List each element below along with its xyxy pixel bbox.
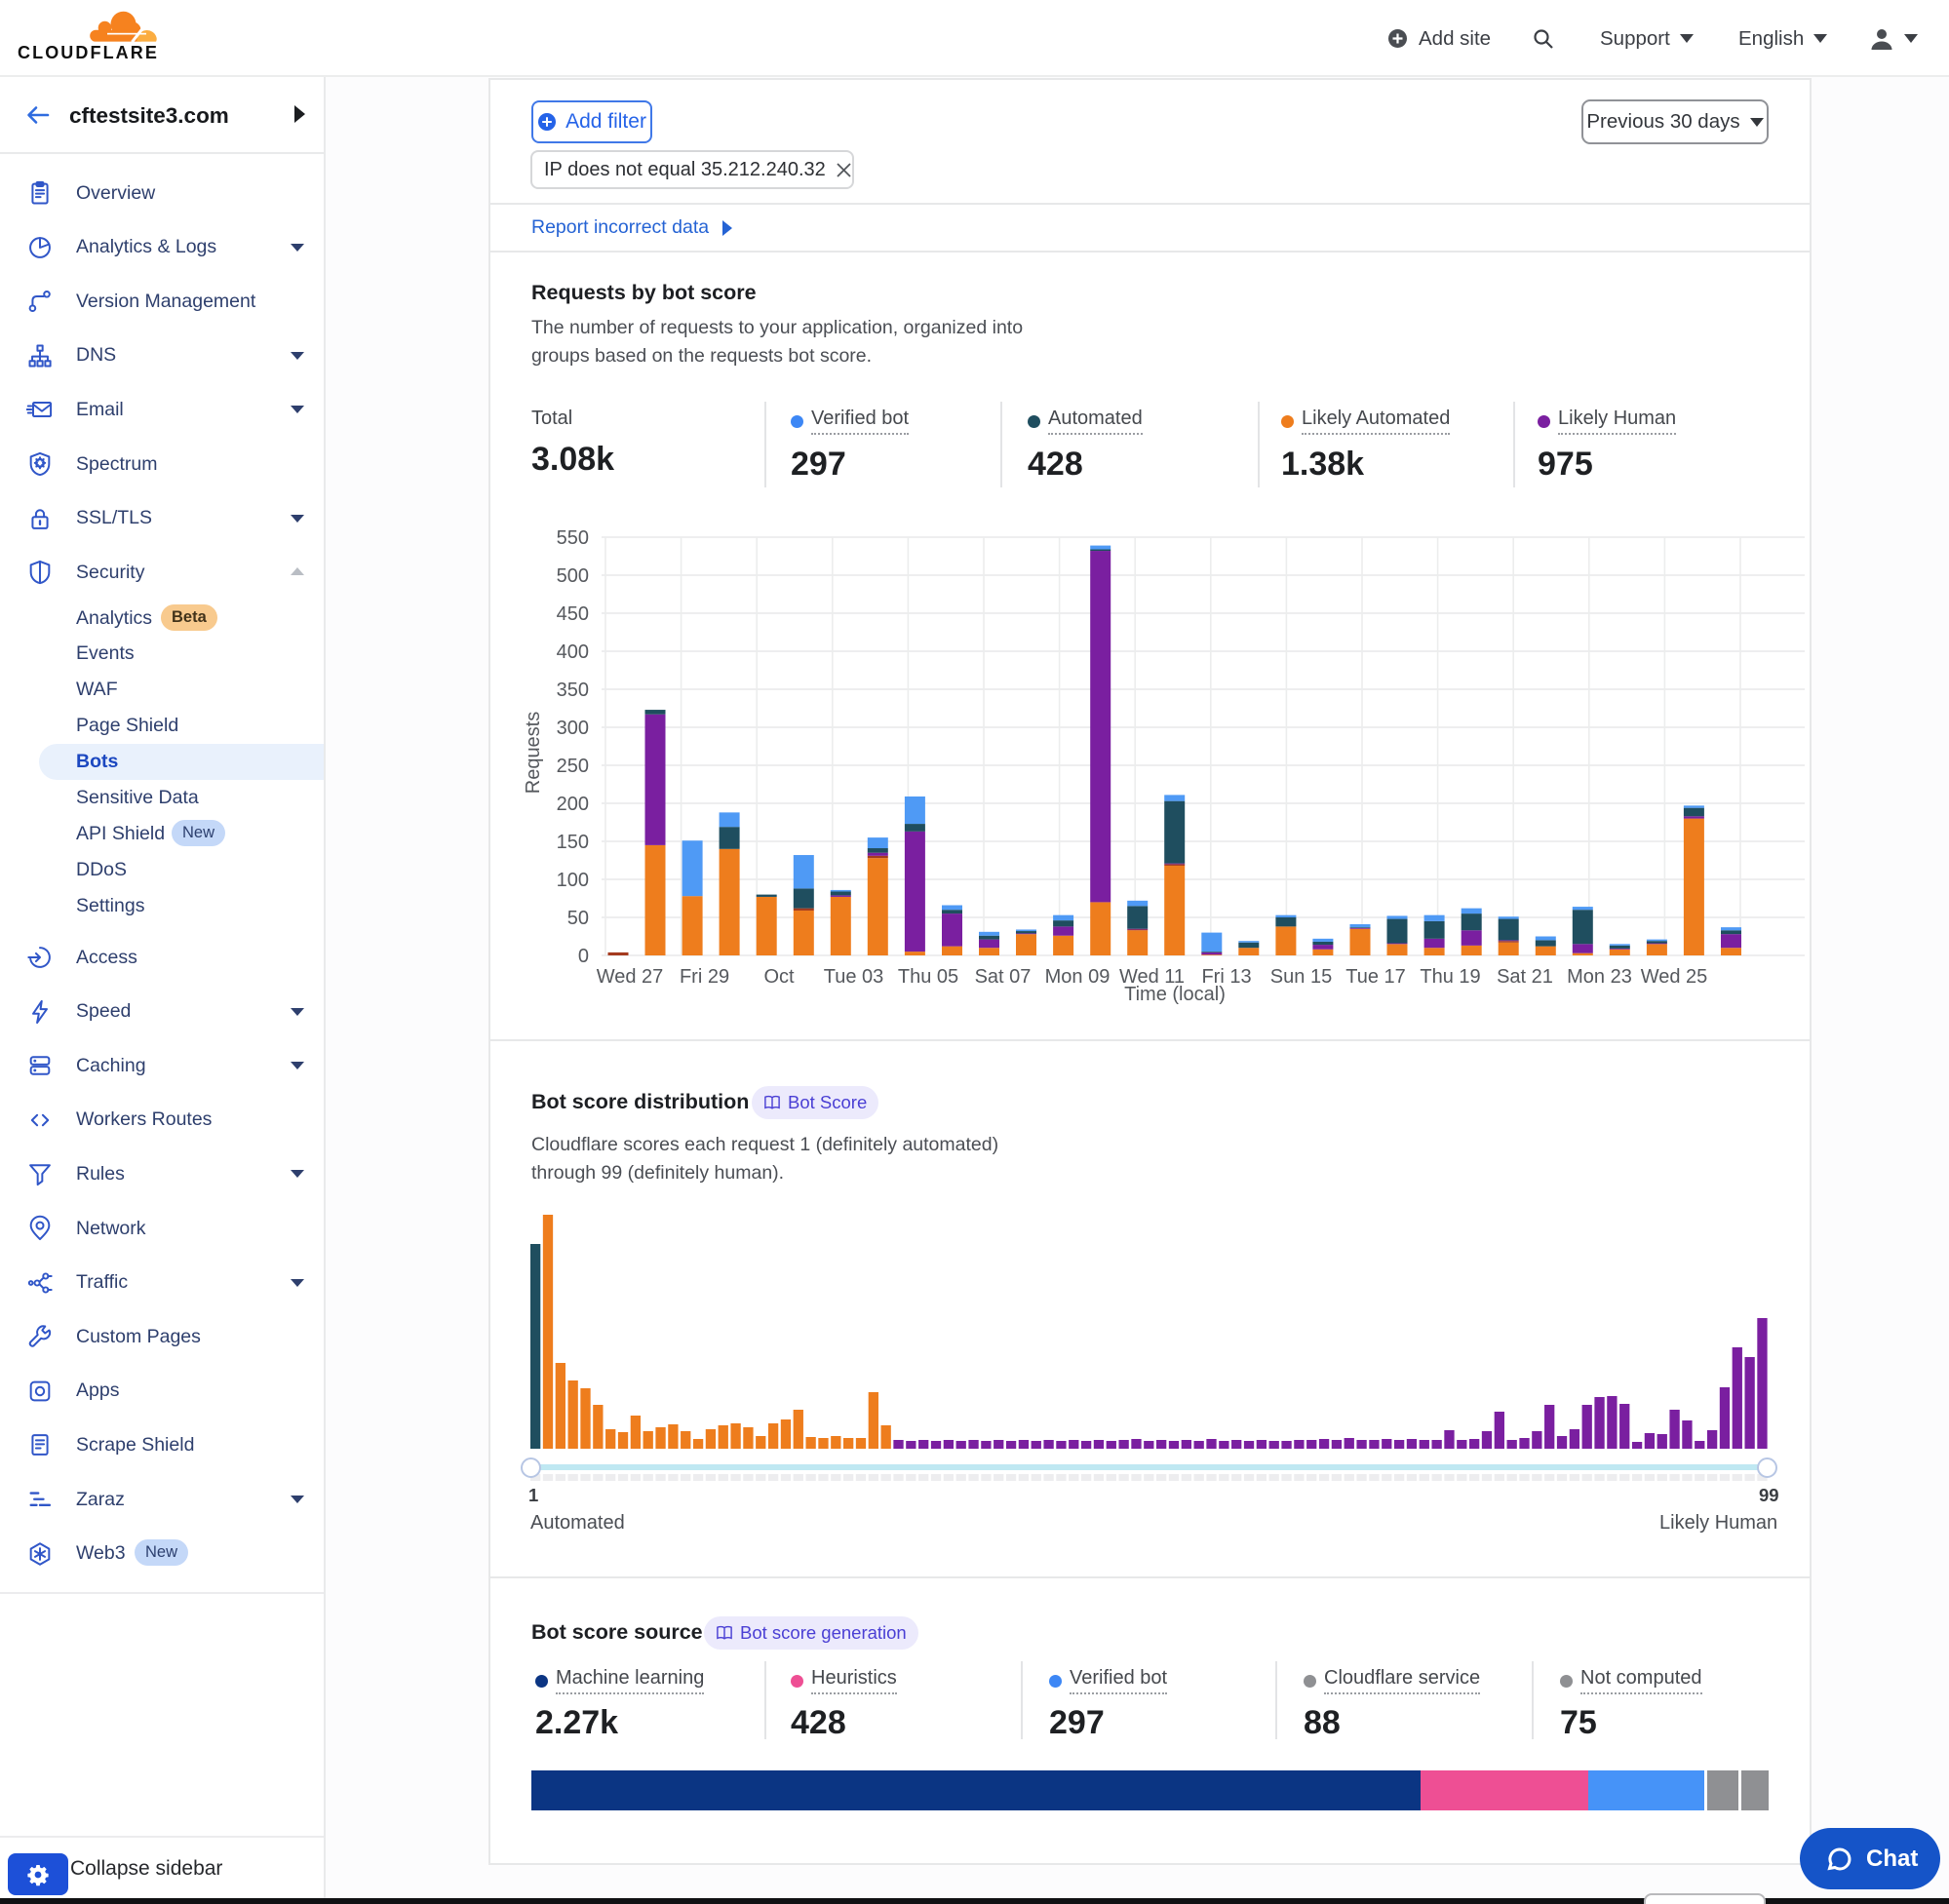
svg-text:Sat 21: Sat 21 (1497, 966, 1553, 988)
svg-text:Requests: Requests (523, 712, 544, 795)
svg-text:Tue 03: Tue 03 (824, 966, 884, 988)
svg-text:250: 250 (557, 756, 589, 777)
svg-text:Wed 25: Wed 25 (1641, 966, 1708, 988)
svg-text:550: 550 (557, 527, 589, 549)
svg-text:Thu 19: Thu 19 (1420, 966, 1480, 988)
svg-text:500: 500 (557, 565, 589, 587)
svg-text:50: 50 (567, 908, 589, 929)
svg-text:Oct: Oct (763, 966, 795, 988)
svg-text:Mon 09: Mon 09 (1045, 966, 1111, 988)
svg-text:Wed 27: Wed 27 (597, 966, 664, 988)
svg-text:400: 400 (557, 641, 589, 663)
svg-text:Thu 05: Thu 05 (898, 966, 958, 988)
svg-text:300: 300 (557, 718, 589, 739)
svg-text:Sun 15: Sun 15 (1270, 966, 1332, 988)
svg-text:Fri 29: Fri 29 (680, 966, 729, 988)
svg-text:200: 200 (557, 794, 589, 815)
svg-text:150: 150 (557, 832, 589, 853)
svg-text:100: 100 (557, 870, 589, 891)
svg-text:Mon 23: Mon 23 (1567, 966, 1632, 988)
svg-text:350: 350 (557, 680, 589, 701)
svg-text:450: 450 (557, 603, 589, 625)
svg-text:Sat 07: Sat 07 (975, 966, 1032, 988)
svg-text:Tue 17: Tue 17 (1345, 966, 1406, 988)
svg-text:0: 0 (578, 946, 589, 967)
svg-text:Time (local): Time (local) (1124, 984, 1226, 1005)
